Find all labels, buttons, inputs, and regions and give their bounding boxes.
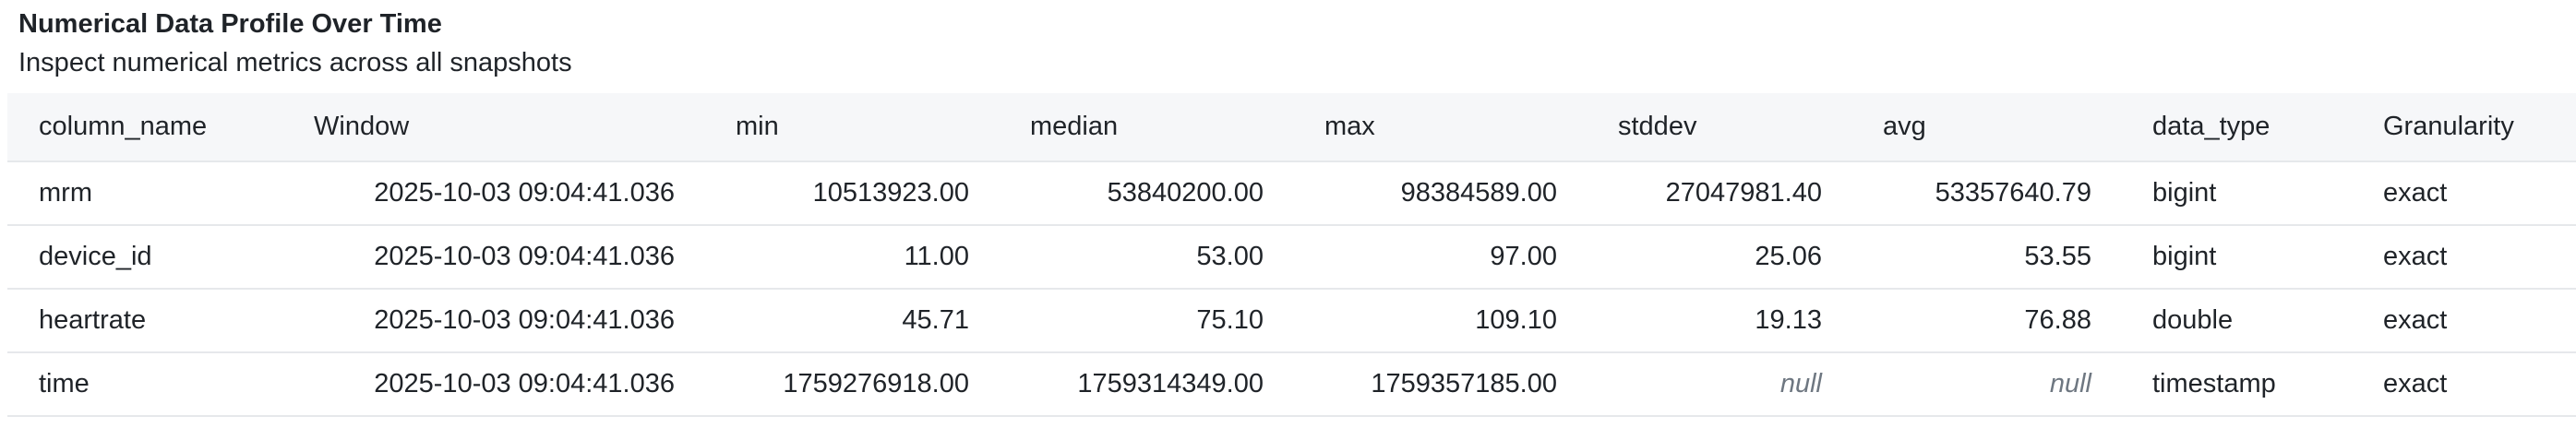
cell-window: 2025-10-03 09:04:41.036 (284, 289, 704, 353)
cell-avg: 76.88 (1851, 289, 2121, 353)
cell-stddev-null: null (1587, 352, 1851, 417)
panel-subtitle: Inspect numerical metrics across all sna… (18, 48, 572, 77)
cell-min: 1759276918.00 (704, 352, 999, 417)
cell-median: 75.10 (999, 289, 1293, 353)
cell-column-name: device_id (7, 225, 284, 290)
cell-granularity: exact (2352, 225, 2576, 290)
cell-median: 1759314349.00 (999, 352, 1293, 417)
panel-title: Numerical Data Profile Over Time (18, 9, 442, 39)
cell-column-name: mrm (7, 161, 284, 226)
table-row: time 2025-10-03 09:04:41.036 1759276918.… (7, 352, 2576, 417)
profile-table: column_name Window min median max stddev… (7, 93, 2576, 417)
column-header-max[interactable]: max (1293, 93, 1587, 162)
column-header-column-name[interactable]: column_name (7, 93, 284, 162)
cell-column-name: heartrate (7, 289, 284, 353)
cell-min: 10513923.00 (704, 161, 999, 226)
cell-stddev: 25.06 (1587, 225, 1851, 290)
column-header-median[interactable]: median (999, 93, 1293, 162)
cell-max: 98384589.00 (1293, 161, 1587, 226)
cell-window: 2025-10-03 09:04:41.036 (284, 161, 704, 226)
cell-granularity: exact (2352, 289, 2576, 353)
table-header-row: column_name Window min median max stddev… (7, 93, 2576, 162)
cell-min: 45.71 (704, 289, 999, 353)
cell-max: 97.00 (1293, 225, 1587, 290)
cell-stddev: 27047981.40 (1587, 161, 1851, 226)
cell-data-type: double (2121, 289, 2352, 353)
table-row: mrm 2025-10-03 09:04:41.036 10513923.00 … (7, 161, 2576, 226)
cell-granularity: exact (2352, 352, 2576, 417)
cell-avg: 53357640.79 (1851, 161, 2121, 226)
cell-column-name: time (7, 352, 284, 417)
cell-window: 2025-10-03 09:04:41.036 (284, 225, 704, 290)
cell-median: 53840200.00 (999, 161, 1293, 226)
numerical-profile-panel: Numerical Data Profile Over Time Inspect… (0, 0, 2576, 440)
cell-min: 11.00 (704, 225, 999, 290)
column-header-window[interactable]: Window (284, 93, 704, 162)
column-header-granularity[interactable]: Granularity (2352, 93, 2576, 162)
cell-avg-null: null (1851, 352, 2121, 417)
cell-max: 1759357185.00 (1293, 352, 1587, 417)
column-header-avg[interactable]: avg (1851, 93, 2121, 162)
cell-stddev: 19.13 (1587, 289, 1851, 353)
cell-data-type: timestamp (2121, 352, 2352, 417)
cell-data-type: bigint (2121, 161, 2352, 226)
column-header-min[interactable]: min (704, 93, 999, 162)
cell-window: 2025-10-03 09:04:41.036 (284, 352, 704, 417)
cell-data-type: bigint (2121, 225, 2352, 290)
cell-max: 109.10 (1293, 289, 1587, 353)
column-header-data-type[interactable]: data_type (2121, 93, 2352, 162)
column-header-stddev[interactable]: stddev (1587, 93, 1851, 162)
cell-granularity: exact (2352, 161, 2576, 226)
table-row: device_id 2025-10-03 09:04:41.036 11.00 … (7, 225, 2576, 290)
cell-avg: 53.55 (1851, 225, 2121, 290)
cell-median: 53.00 (999, 225, 1293, 290)
table-row: heartrate 2025-10-03 09:04:41.036 45.71 … (7, 289, 2576, 353)
